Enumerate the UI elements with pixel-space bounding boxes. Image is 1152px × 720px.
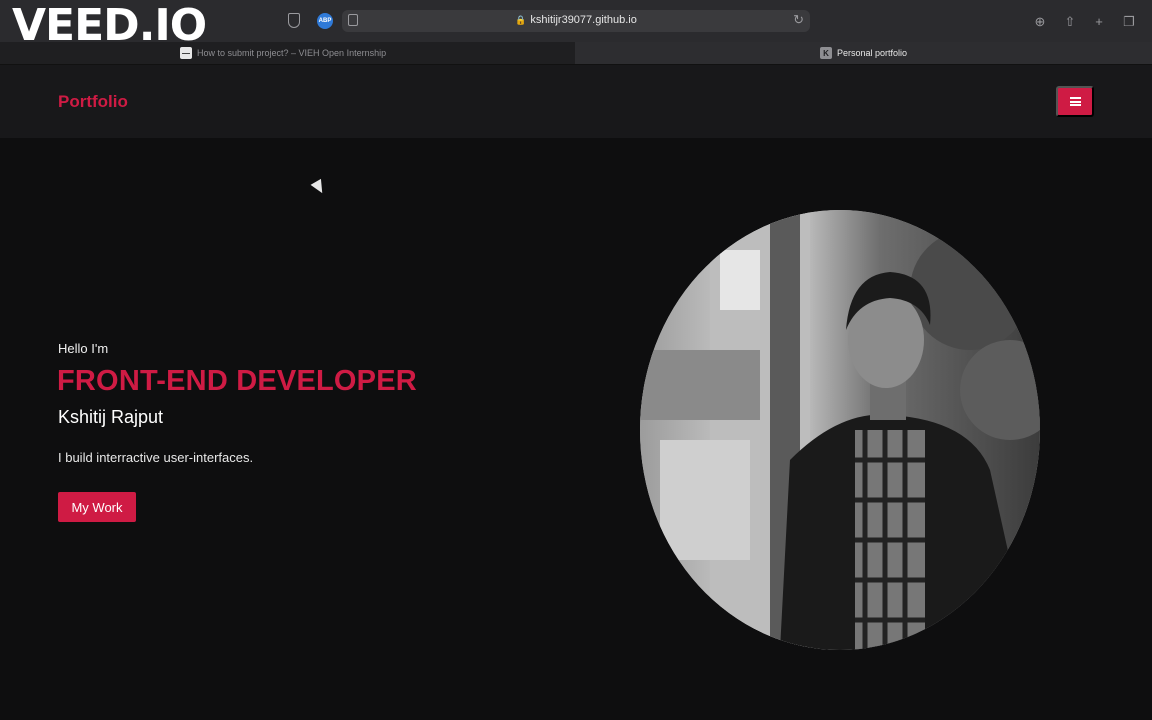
tab-portfolio[interactable]: K Personal portfolio: [575, 42, 1152, 64]
name-heading: Kshitij Rajput: [58, 407, 164, 427]
role-heading: FRONT-END DEVELOPER: [57, 365, 417, 397]
tab-title: Personal portfolio: [836, 48, 908, 58]
shield-icon[interactable]: [288, 13, 300, 28]
site-navbar: Portfolio: [0, 65, 1152, 138]
profile-photo: [640, 210, 1040, 650]
hamburger-icon: [1069, 97, 1081, 106]
adblock-extension-icon[interactable]: ABP: [317, 13, 333, 29]
hero-section: Hello I'm FRONT-END DEVELOPER Kshitij Ra…: [0, 138, 1152, 720]
address-bar[interactable]: 🔒 kshitijr39077.github.io ↻: [342, 10, 810, 32]
menu-toggle-button[interactable]: [1056, 86, 1094, 117]
share-icon[interactable]: ⇧: [1062, 13, 1078, 29]
tab-title: How to submit project? – VIEH Open Inter…: [197, 48, 387, 58]
veed-watermark: VEED.IO: [12, 0, 207, 51]
greeting-text: Hello I'm: [58, 341, 109, 356]
new-tab-icon[interactable]: +: [1091, 13, 1107, 29]
lock-icon: 🔒: [515, 15, 527, 25]
tagline-text: I build interractive user-interfaces.: [58, 450, 254, 465]
tab-overview-icon[interactable]: ❐: [1121, 13, 1137, 29]
download-icon[interactable]: ⊕: [1032, 13, 1048, 29]
reload-icon[interactable]: ↻: [793, 12, 804, 28]
my-work-button[interactable]: My Work: [58, 492, 136, 522]
tab-favicon-icon: K: [819, 47, 832, 59]
brand-logo[interactable]: Portfolio: [58, 92, 128, 112]
url-text: kshitijr39077.github.io: [530, 14, 637, 26]
